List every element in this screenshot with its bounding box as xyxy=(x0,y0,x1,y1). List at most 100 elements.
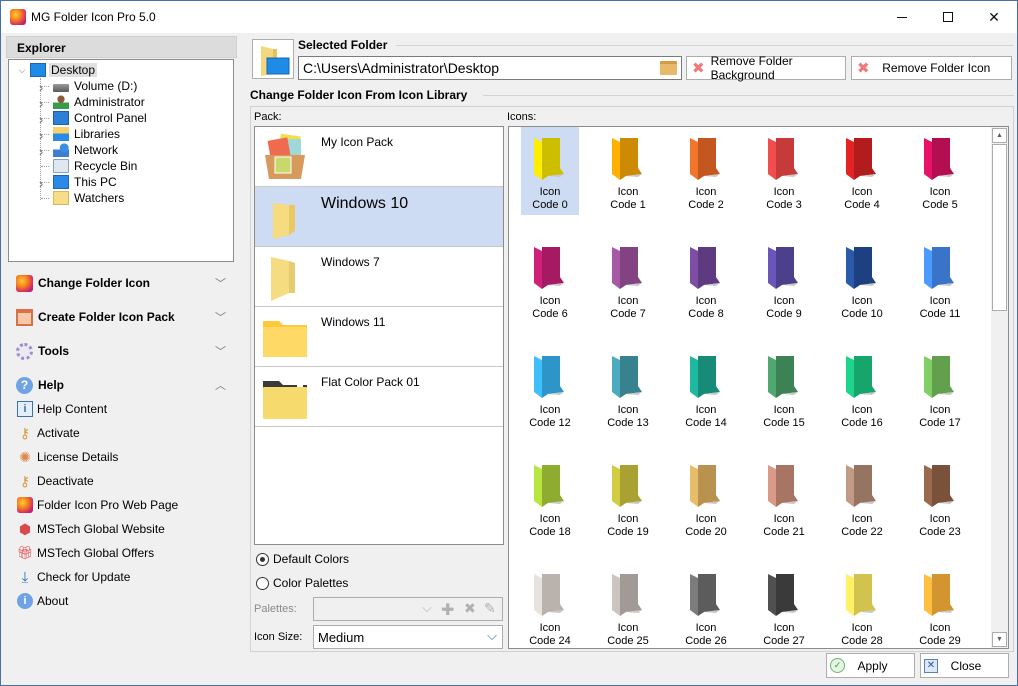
close-box-icon: ✕ xyxy=(924,658,938,673)
pack-item-my-icon-pack[interactable]: My Icon Pack xyxy=(255,127,503,187)
icon-cell[interactable]: Icon Code 22 xyxy=(833,454,891,542)
folder-path-input[interactable]: C:\Users\Administrator\Desktop xyxy=(298,56,682,80)
scroll-up-button[interactable]: ▲ xyxy=(992,128,1007,143)
close-button[interactable]: ✕ Close xyxy=(920,653,1009,678)
icon-cell[interactable]: Icon Code 2 xyxy=(677,127,735,215)
section-change-folder-icon[interactable]: Change Folder Icon ﹀ xyxy=(16,273,226,293)
chevron-down-icon[interactable]: ﹀ xyxy=(215,309,226,325)
pack-item-flat-color-pack-01[interactable]: Flat Color Pack 01 xyxy=(255,367,503,427)
icon-caption-line: Code 11 xyxy=(919,308,961,320)
tree-item-this-pc[interactable]: This PC xyxy=(53,174,119,190)
icon-cell[interactable]: Icon Code 18 xyxy=(521,454,579,542)
chevron-right-icon[interactable]: › xyxy=(36,80,46,95)
icon-cell[interactable]: Icon Code 7 xyxy=(599,236,657,324)
chevron-right-icon[interactable]: › xyxy=(36,96,46,111)
help-item-license-details[interactable]: ✺ License Details xyxy=(17,448,118,466)
tree-item-network[interactable]: Network xyxy=(53,142,120,158)
default-colors-radio[interactable]: Default Colors xyxy=(256,551,349,567)
maximize-button[interactable] xyxy=(925,1,971,33)
pack-label: Pack: xyxy=(254,111,282,123)
section-tools[interactable]: Tools ﹀ xyxy=(16,341,226,361)
icon-cell[interactable]: Icon Code 29 xyxy=(911,563,969,648)
pack-item-windows-10[interactable]: Windows 10 xyxy=(255,187,503,247)
icon-cell[interactable]: Icon Code 0 xyxy=(521,127,579,215)
icon-cell[interactable]: Icon Code 11 xyxy=(911,236,969,324)
icon-cell[interactable]: Icon Code 15 xyxy=(755,345,813,433)
tree-item-desktop[interactable]: ⌵ Desktop xyxy=(17,62,98,78)
icon-cell[interactable]: Icon Code 8 xyxy=(677,236,735,324)
chevron-down-icon[interactable]: ﹀ xyxy=(215,275,226,291)
pack-item-windows-11[interactable]: Windows 11 xyxy=(255,307,503,367)
scroll-down-button[interactable]: ▼ xyxy=(992,632,1007,647)
chevron-right-icon[interactable]: › xyxy=(36,128,46,143)
icon-cell[interactable]: Icon Code 3 xyxy=(755,127,813,215)
icon-cell[interactable]: Icon Code 1 xyxy=(599,127,657,215)
icon-caption-line: Code 28 xyxy=(841,635,883,647)
info-icon: i xyxy=(17,593,33,609)
remove-folder-background-button[interactable]: ✖ Remove Folder Background xyxy=(686,54,846,82)
tree-item-administrator[interactable]: Administrator xyxy=(53,94,147,110)
icon-cell[interactable]: Icon Code 21 xyxy=(755,454,813,542)
radio-unchecked[interactable] xyxy=(256,576,269,590)
explorer-tree[interactable]: ⌵ Desktop › Volume (D:) › Administrator › Con… xyxy=(8,59,234,262)
chevron-right-icon[interactable]: › xyxy=(36,176,46,191)
icon-cell[interactable]: Icon Code 12 xyxy=(521,345,579,433)
color-palettes-radio[interactable]: Color Palettes xyxy=(256,575,348,591)
icons-grid[interactable]: Icon Code 0 Icon Code 1 Icon Code 2 Icon Code 3… xyxy=(508,126,1009,649)
icon-cell[interactable]: Icon Code 9 xyxy=(755,236,813,324)
section-create-folder-icon-pack[interactable]: Create Folder Icon Pack ﹀ xyxy=(16,307,226,327)
help-item-check-for-update[interactable]: ⤓ Check for Update xyxy=(17,568,131,586)
help-item-folder-icon-pro-web-page[interactable]: Folder Icon Pro Web Page xyxy=(17,496,178,514)
pack-list[interactable]: My Icon Pack Windows 10 Windows 7 Windows 1… xyxy=(254,126,504,545)
icon-caption-line: Code 29 xyxy=(919,635,961,647)
chevron-down-icon[interactable]: ⌵ xyxy=(17,65,27,76)
scroll-thumb[interactable] xyxy=(992,144,1007,311)
icon-cell[interactable]: Icon Code 5 xyxy=(911,127,969,215)
icon-cell[interactable]: Icon Code 14 xyxy=(677,345,735,433)
help-item-about[interactable]: i About xyxy=(17,592,68,610)
tree-item-recycle-bin[interactable]: Recycle Bin xyxy=(53,158,139,174)
icon-cell[interactable]: Icon Code 24 xyxy=(521,563,579,648)
icon-cell[interactable]: Icon Code 26 xyxy=(677,563,735,648)
icon-cell[interactable]: Icon Code 17 xyxy=(911,345,969,433)
tree-item-watchers[interactable]: Watchers xyxy=(53,190,126,206)
pack-thumbnail-icon xyxy=(261,133,309,181)
folder-icon xyxy=(768,465,798,507)
icon-caption-line: Code 24 xyxy=(529,635,571,647)
icon-caption-line: Code 14 xyxy=(685,417,727,429)
icon-cell[interactable]: Icon Code 10 xyxy=(833,236,891,324)
help-item-deactivate[interactable]: ⚷ Deactivate xyxy=(17,472,94,490)
minimize-button[interactable] xyxy=(879,1,925,33)
chevron-right-icon[interactable]: › xyxy=(36,112,46,127)
tree-item-control-panel[interactable]: Control Panel xyxy=(53,110,149,126)
pack-item-windows-7[interactable]: Windows 7 xyxy=(255,247,503,307)
icon-cell[interactable]: Icon Code 13 xyxy=(599,345,657,433)
icons-scrollbar[interactable]: ▲ ▼ xyxy=(991,127,1008,648)
icon-caption-line: Icon xyxy=(617,295,639,307)
icon-cell[interactable]: Icon Code 4 xyxy=(833,127,891,215)
chevron-up-icon[interactable]: ︿ xyxy=(215,377,226,393)
remove-folder-icon-button[interactable]: ✖ Remove Folder Icon xyxy=(851,56,1012,80)
icon-size-select[interactable]: Medium ⌵ xyxy=(313,625,503,649)
section-help[interactable]: ? Help ︿ xyxy=(16,375,226,395)
radio-checked[interactable] xyxy=(256,552,269,566)
icon-cell[interactable]: Icon Code 28 xyxy=(833,563,891,648)
icon-cell[interactable]: Icon Code 6 xyxy=(521,236,579,324)
help-item-mstech-global-website[interactable]: ⬢ MSTech Global Website xyxy=(17,520,165,538)
close-window-button[interactable]: ✕ xyxy=(971,1,1017,33)
help-item-mstech-global-offers[interactable]: 🎁︎ MSTech Global Offers xyxy=(17,544,154,562)
icon-cell[interactable]: Icon Code 23 xyxy=(911,454,969,542)
icon-cell[interactable]: Icon Code 16 xyxy=(833,345,891,433)
tree-item-volume-d[interactable]: Volume (D:) xyxy=(53,78,139,94)
icon-cell[interactable]: Icon Code 25 xyxy=(599,563,657,648)
chevron-right-icon[interactable]: › xyxy=(36,144,46,159)
help-item-help-content[interactable]: i Help Content xyxy=(17,400,107,418)
icon-cell[interactable]: Icon Code 20 xyxy=(677,454,735,542)
tree-item-libraries[interactable]: Libraries xyxy=(53,126,122,142)
icon-cell[interactable]: Icon Code 19 xyxy=(599,454,657,542)
apply-button[interactable]: ✓ Apply xyxy=(826,653,915,678)
icon-cell[interactable]: Icon Code 27 xyxy=(755,563,813,648)
chevron-down-icon[interactable]: ﹀ xyxy=(215,343,226,359)
browse-folder-icon[interactable] xyxy=(660,61,677,75)
help-item-activate[interactable]: ⚷ Activate xyxy=(17,424,80,442)
